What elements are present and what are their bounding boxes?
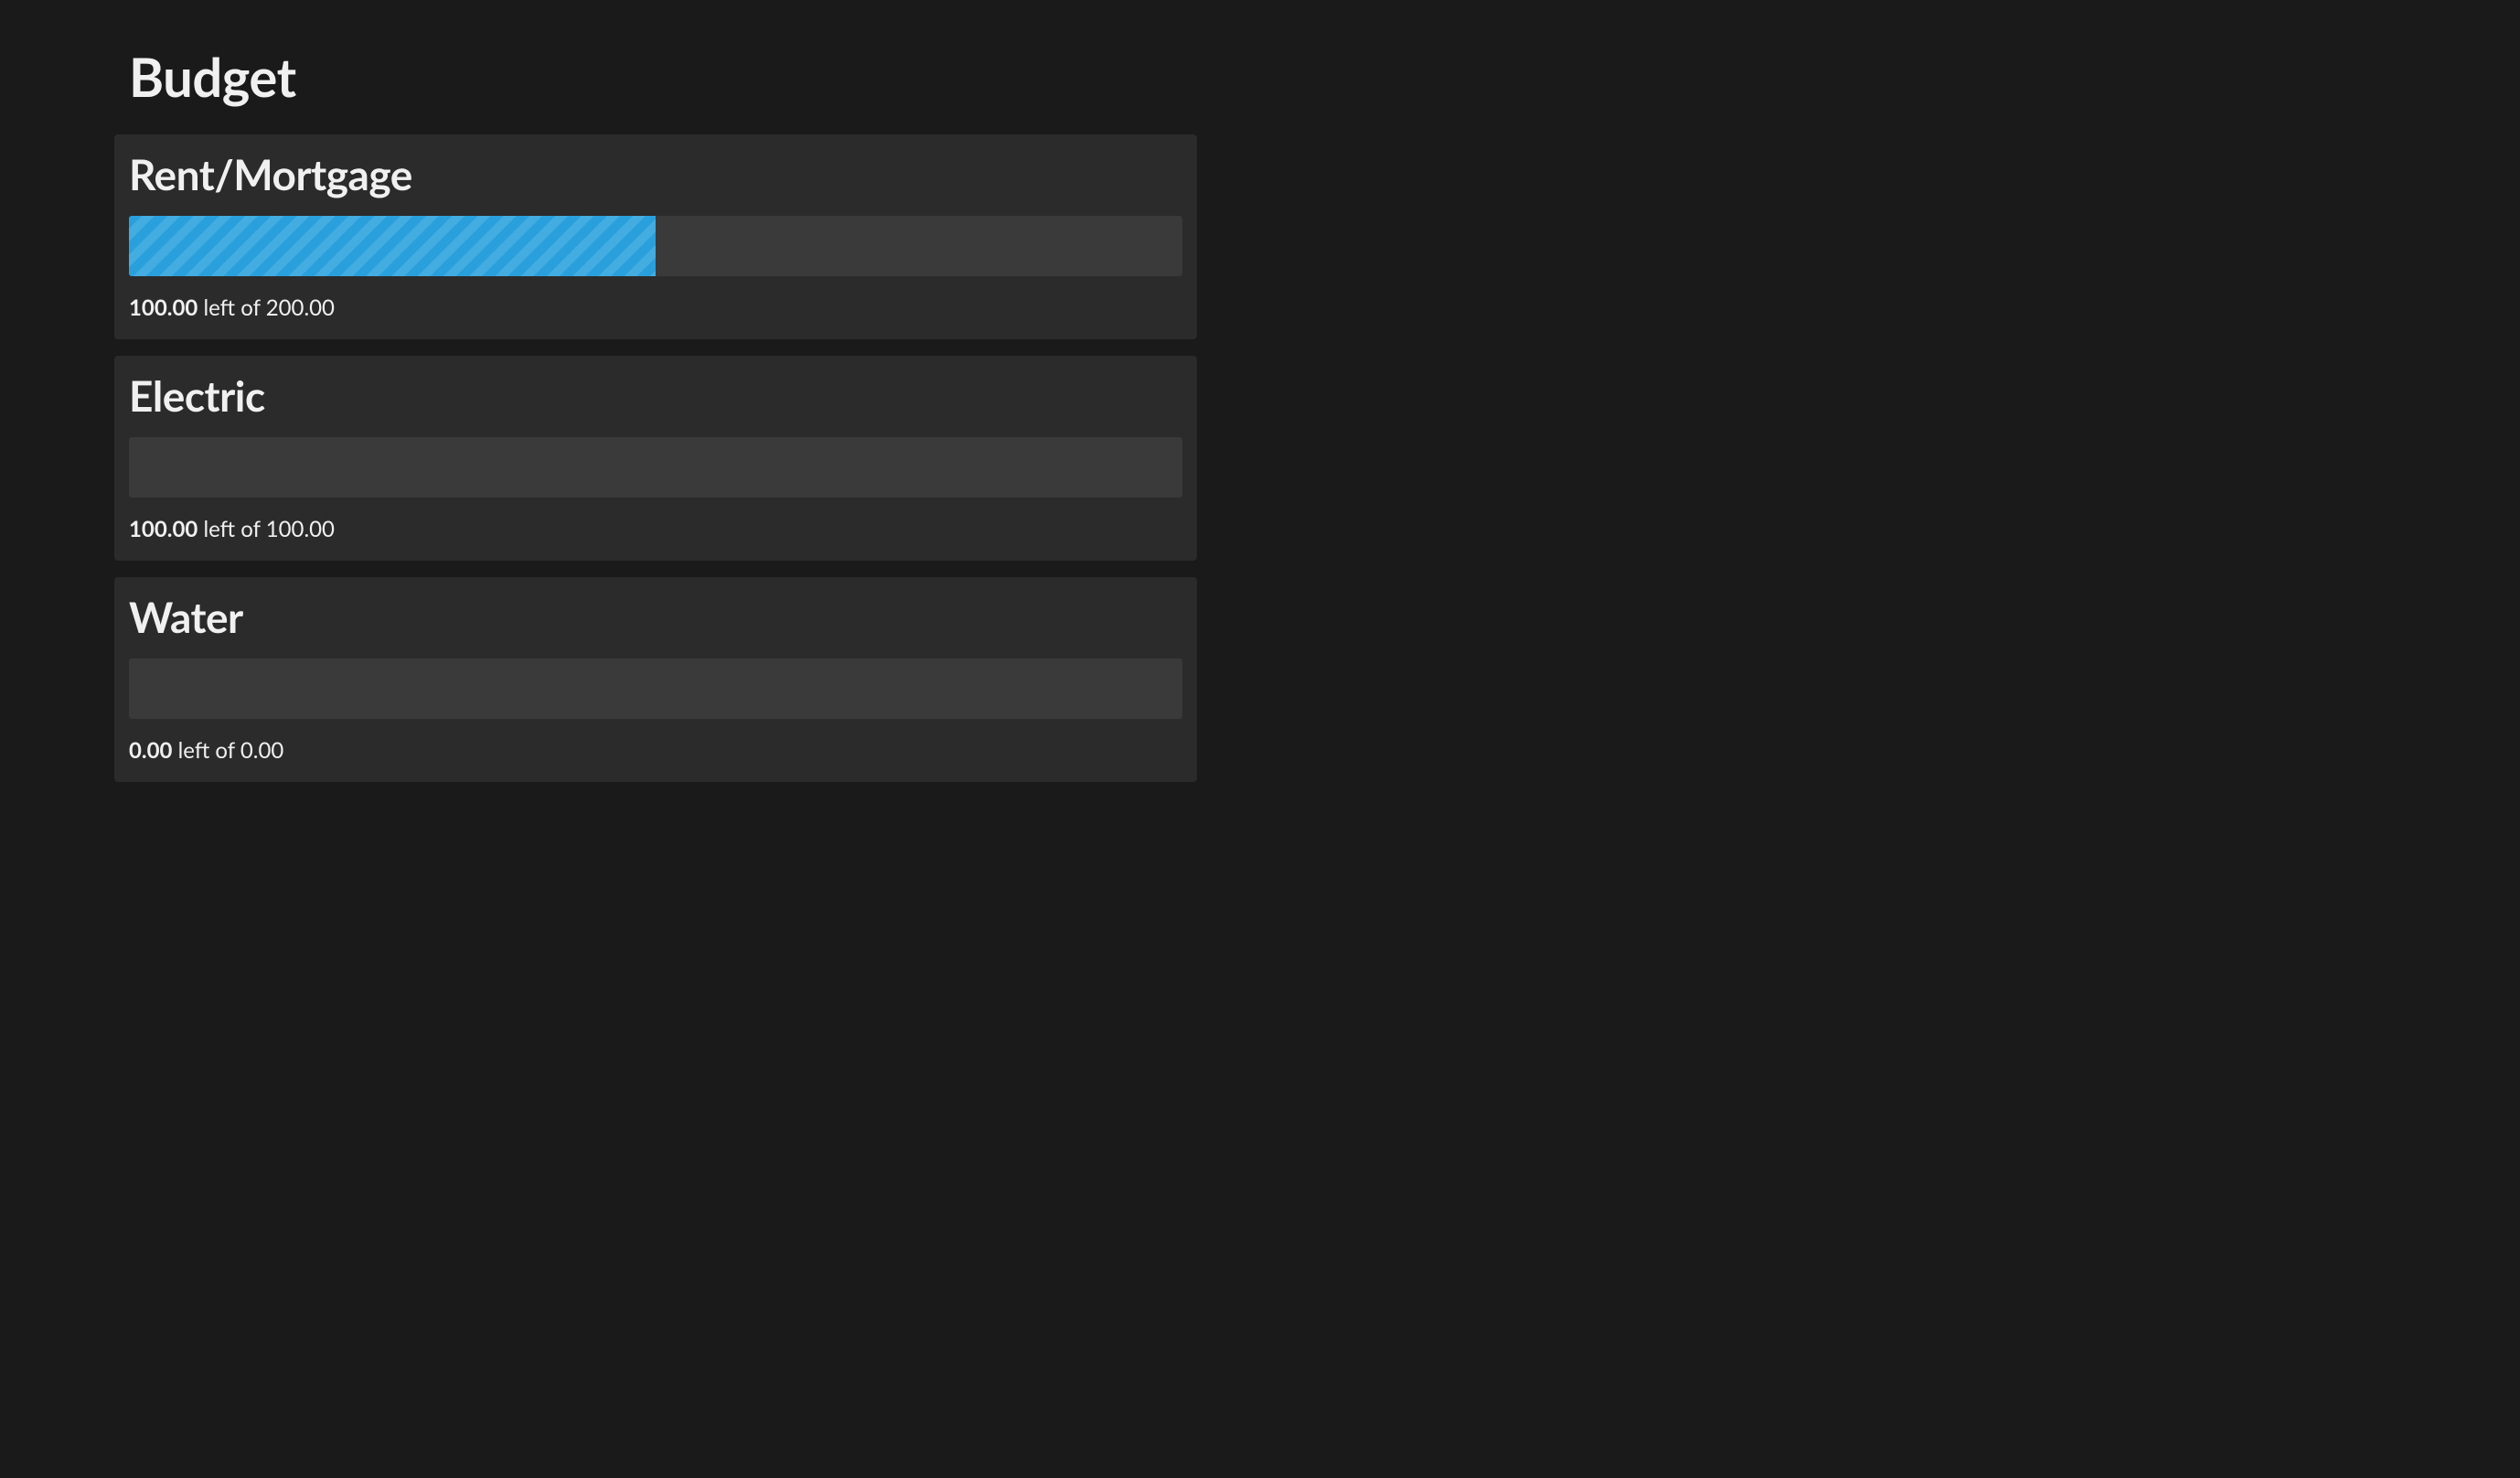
progress-bar <box>129 437 1182 498</box>
remaining-amount: 0.00 <box>129 737 172 764</box>
budget-card-electric: Electric 100.00 left of 100.00 <box>114 356 1197 561</box>
remaining-amount: 100.00 <box>129 516 198 542</box>
budget-item-title: Water <box>129 592 1182 642</box>
progress-bar <box>129 659 1182 719</box>
budget-item-title: Electric <box>129 370 1182 421</box>
budget-card-water: Water 0.00 left of 0.00 <box>114 577 1197 782</box>
budget-page: Budget Rent/Mortgage 100.00 left of 200.… <box>0 0 1311 782</box>
total-amount: 0.00 <box>240 737 283 764</box>
remaining-amount: 100.00 <box>129 295 198 321</box>
status-separator: left of <box>198 516 265 542</box>
budget-item-title: Rent/Mortgage <box>129 149 1182 199</box>
total-amount: 100.00 <box>266 516 335 542</box>
budget-status-text: 100.00 left of 200.00 <box>129 295 1182 321</box>
status-separator: left of <box>198 295 265 321</box>
total-amount: 200.00 <box>266 295 335 321</box>
budget-status-text: 100.00 left of 100.00 <box>129 516 1182 542</box>
budget-card-rent-mortgage: Rent/Mortgage 100.00 left of 200.00 <box>114 134 1197 339</box>
page-title: Budget <box>114 46 1197 109</box>
status-separator: left of <box>172 737 240 764</box>
progress-bar <box>129 216 1182 276</box>
progress-fill <box>129 216 656 276</box>
budget-status-text: 0.00 left of 0.00 <box>129 737 1182 764</box>
